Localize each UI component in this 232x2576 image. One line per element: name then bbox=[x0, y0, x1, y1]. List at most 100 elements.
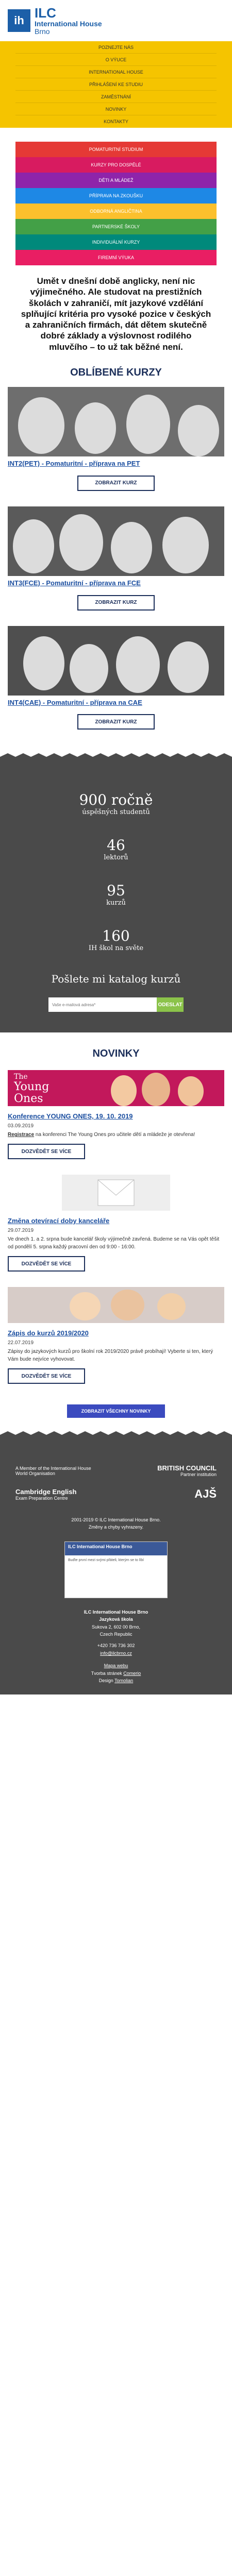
zigzag-divider bbox=[0, 753, 232, 761]
ih-member-logo[interactable]: A Member of the International House Worl… bbox=[15, 1466, 98, 1476]
stat-label: úspěšných studentů bbox=[82, 808, 150, 817]
course-image[interactable] bbox=[8, 625, 224, 696]
news-title: NOVINKY bbox=[92, 1048, 140, 1060]
category-individualni[interactable]: INDIVIDUÁLNÍ KURZY bbox=[15, 234, 217, 250]
sitemap-link[interactable]: Mapa webu bbox=[104, 1663, 128, 1668]
news-image-text: The bbox=[14, 1073, 28, 1081]
catalog-title: Pošlete mi katalog kurzů bbox=[51, 973, 181, 986]
logo-mark[interactable]: ih bbox=[8, 9, 30, 32]
phone-link[interactable]: +420 736 736 302 bbox=[10, 1642, 222, 1649]
stat-value: 46 bbox=[107, 837, 125, 854]
made-by-prefix: Tvorba stránek bbox=[91, 1670, 124, 1676]
site-footer: A Member of the International House Worl… bbox=[0, 1431, 232, 1695]
logo-line-2: International House bbox=[35, 19, 102, 28]
catalog-email-input[interactable] bbox=[48, 997, 157, 1012]
stat-value: 95 bbox=[107, 882, 125, 900]
comerio-link[interactable]: Comerio bbox=[123, 1671, 141, 1676]
tomolian-link[interactable]: Tomolian bbox=[114, 1678, 133, 1683]
address-sub: Jazyková škola bbox=[99, 1617, 133, 1622]
nav-item-zamestnani[interactable]: ZAMĚSTNÁNÍ bbox=[15, 91, 217, 103]
email-link[interactable]: info@ilcbrno.cz bbox=[10, 1650, 222, 1657]
news-text-link[interactable]: Registrace bbox=[8, 1132, 34, 1138]
category-odborna[interactable]: ODBORNÁ ANGLIČTINA bbox=[15, 204, 217, 219]
address-name: ILC International House Brno bbox=[84, 1609, 148, 1615]
news-item: Změna otevírací doby kanceláře 29.07.201… bbox=[0, 1175, 232, 1287]
envelope-icon bbox=[97, 1179, 135, 1206]
category-nav: POMATURITNÍ STUDIUM KURZY PRO DOSPĚLÉ DĚ… bbox=[0, 142, 232, 265]
all-news-button[interactable]: ZOBRAZIT VŠECHNY NOVINKY bbox=[67, 1404, 165, 1418]
read-more-button[interactable]: DOZVĚDĚT SE VÍCE bbox=[8, 1368, 85, 1384]
footer-links: Mapa webu Tvorba stránek Comerio Design … bbox=[10, 1662, 222, 1684]
news-heading[interactable]: Zápis do kurzů 2019/2020 bbox=[8, 1329, 224, 1338]
show-course-button[interactable]: ZOBRAZIT KURZ bbox=[77, 475, 155, 491]
stats-section: 900 ročně úspěšných studentů 46 lektorů … bbox=[0, 753, 232, 1033]
category-dospeli[interactable]: KURZY PRO DOSPĚLÉ bbox=[15, 157, 217, 173]
news-date: 29.07.2019 bbox=[8, 1228, 34, 1234]
partner-name: Cambridge English bbox=[15, 1487, 77, 1496]
stat-label: lektorů bbox=[104, 854, 128, 862]
cambridge-english-logo[interactable]: Cambridge English Exam Preparation Centr… bbox=[15, 1488, 76, 1501]
stat-label: kurzů bbox=[106, 899, 126, 907]
news-image[interactable] bbox=[62, 1175, 170, 1211]
partner-logos: A Member of the International House Worl… bbox=[10, 1459, 222, 1482]
news-date: 03.09.2019 bbox=[8, 1123, 34, 1129]
stat-value: 900 ročně bbox=[79, 791, 153, 809]
news-image[interactable] bbox=[8, 1287, 224, 1324]
copyright-line: Změny a chyby vyhrazeny. bbox=[88, 1524, 144, 1530]
news-text: Registrace na konferenci The Young Ones … bbox=[8, 1131, 224, 1139]
news-heading[interactable]: Konference YOUNG ONES, 19. 10. 2019 bbox=[8, 1112, 224, 1121]
nav-item-international-house[interactable]: INTERNATIONAL HOUSE bbox=[15, 66, 217, 78]
site-header: ih ILC International House Brno bbox=[0, 0, 232, 41]
category-deti[interactable]: DĚTI A MLÁDEŽ bbox=[15, 173, 217, 188]
nav-item-prihlaseni[interactable]: PŘIHLÁŠENÍ KE STUDIU bbox=[15, 78, 217, 91]
logo-text[interactable]: ILC International House Brno bbox=[35, 6, 102, 36]
main-nav: POZNEJTE NÁS O VÝUCE INTERNATIONAL HOUSE… bbox=[0, 41, 232, 128]
nav-item-novinky[interactable]: NOVINKY bbox=[15, 103, 217, 115]
popular-courses-title: OBLÍBENÉ KURZY bbox=[70, 366, 162, 378]
address-street: Sukova 2, 602 00 Brno, bbox=[91, 1624, 141, 1630]
course-title[interactable]: INT3(FCE) - Pomaturitní - příprava na FC… bbox=[8, 579, 224, 588]
show-course-button[interactable]: ZOBRAZIT KURZ bbox=[77, 714, 155, 730]
category-pomaturitni[interactable]: POMATURITNÍ STUDIUM bbox=[15, 142, 217, 157]
address-country: Czech Republic bbox=[100, 1632, 132, 1637]
partner-logos: Cambridge English Exam Preparation Centr… bbox=[10, 1482, 222, 1506]
show-course-button[interactable]: ZOBRAZIT KURZ bbox=[77, 595, 155, 611]
news-item: Zápis do kurzů 2019/2020 22.07.2019 Zápi… bbox=[0, 1287, 232, 1399]
zigzag-divider bbox=[0, 1431, 232, 1439]
news-text: Zápisy do jazykových kurzů pro školní ro… bbox=[8, 1349, 213, 1363]
read-more-button[interactable]: DOZVĚDĚT SE VÍCE bbox=[8, 1256, 85, 1272]
claim-text: Umět v dnešní době anglicky, není nic vý… bbox=[21, 276, 211, 352]
contact-address: ILC International House Brno Jazyková šk… bbox=[10, 1608, 222, 1657]
nav-item-o-vyuce[interactable]: O VÝUCE bbox=[15, 54, 217, 66]
course-card: INT2(PET) - Pomaturitní - příprava na PE… bbox=[0, 386, 232, 506]
copyright: 2001-2019 © ILC International House Brno… bbox=[10, 1516, 222, 1531]
copyright-line: 2001-2019 © ILC International House Brno… bbox=[71, 1517, 161, 1523]
course-title[interactable]: INT2(PET) - Pomaturitní - příprava na PE… bbox=[8, 460, 224, 468]
news-text-body: na konferenci The Young Ones pro učitele… bbox=[34, 1132, 195, 1138]
category-partnerske[interactable]: PARTNERSKÉ ŠKOLY bbox=[15, 219, 217, 234]
british-council-logo[interactable]: BRITISH COUNCIL Partner institution bbox=[157, 1464, 217, 1477]
logo-line-1: ILC bbox=[35, 5, 56, 21]
course-card: INT4(CAE) - Pomaturitní - příprava na CA… bbox=[0, 625, 232, 745]
nav-item-poznejte-nas[interactable]: POZNEJTE NÁS bbox=[15, 41, 217, 54]
category-firemni[interactable]: FIREMNÍ VÝUKA bbox=[15, 250, 217, 265]
read-more-button[interactable]: DOZVĚDĚT SE VÍCE bbox=[8, 1144, 85, 1160]
news-image-text: Young bbox=[14, 1080, 49, 1094]
news-image-text: Ones bbox=[14, 1092, 43, 1106]
design-prefix: Design bbox=[98, 1678, 115, 1683]
category-priprava[interactable]: PŘÍPRAVA NA ZKOUŠKU bbox=[15, 188, 217, 204]
news-text: Ve dnech 1. a 2. srpna bude kancelář ško… bbox=[8, 1236, 220, 1250]
facebook-widget-title: ILC International House Brno bbox=[65, 1541, 167, 1555]
news-heading[interactable]: Změna otevírací doby kanceláře bbox=[8, 1217, 224, 1226]
course-card: INT3(FCE) - Pomaturitní - příprava na FC… bbox=[0, 506, 232, 626]
course-image[interactable] bbox=[8, 386, 224, 456]
ajs-logo[interactable]: AJŠ bbox=[194, 1487, 217, 1501]
course-title[interactable]: INT4(CAE) - Pomaturitní - příprava na CA… bbox=[8, 699, 224, 707]
news-image[interactable]: The Young Ones bbox=[8, 1070, 224, 1107]
catalog-form: ODESLAT bbox=[10, 997, 222, 1012]
facebook-widget[interactable]: ILC International House Brno Buďte první… bbox=[64, 1541, 168, 1598]
catalog-submit-button[interactable]: ODESLAT bbox=[157, 997, 184, 1012]
stat-label: IH škol na světe bbox=[88, 944, 144, 953]
nav-item-kontakty[interactable]: KONTAKTY bbox=[15, 115, 217, 128]
course-image[interactable] bbox=[8, 506, 224, 576]
